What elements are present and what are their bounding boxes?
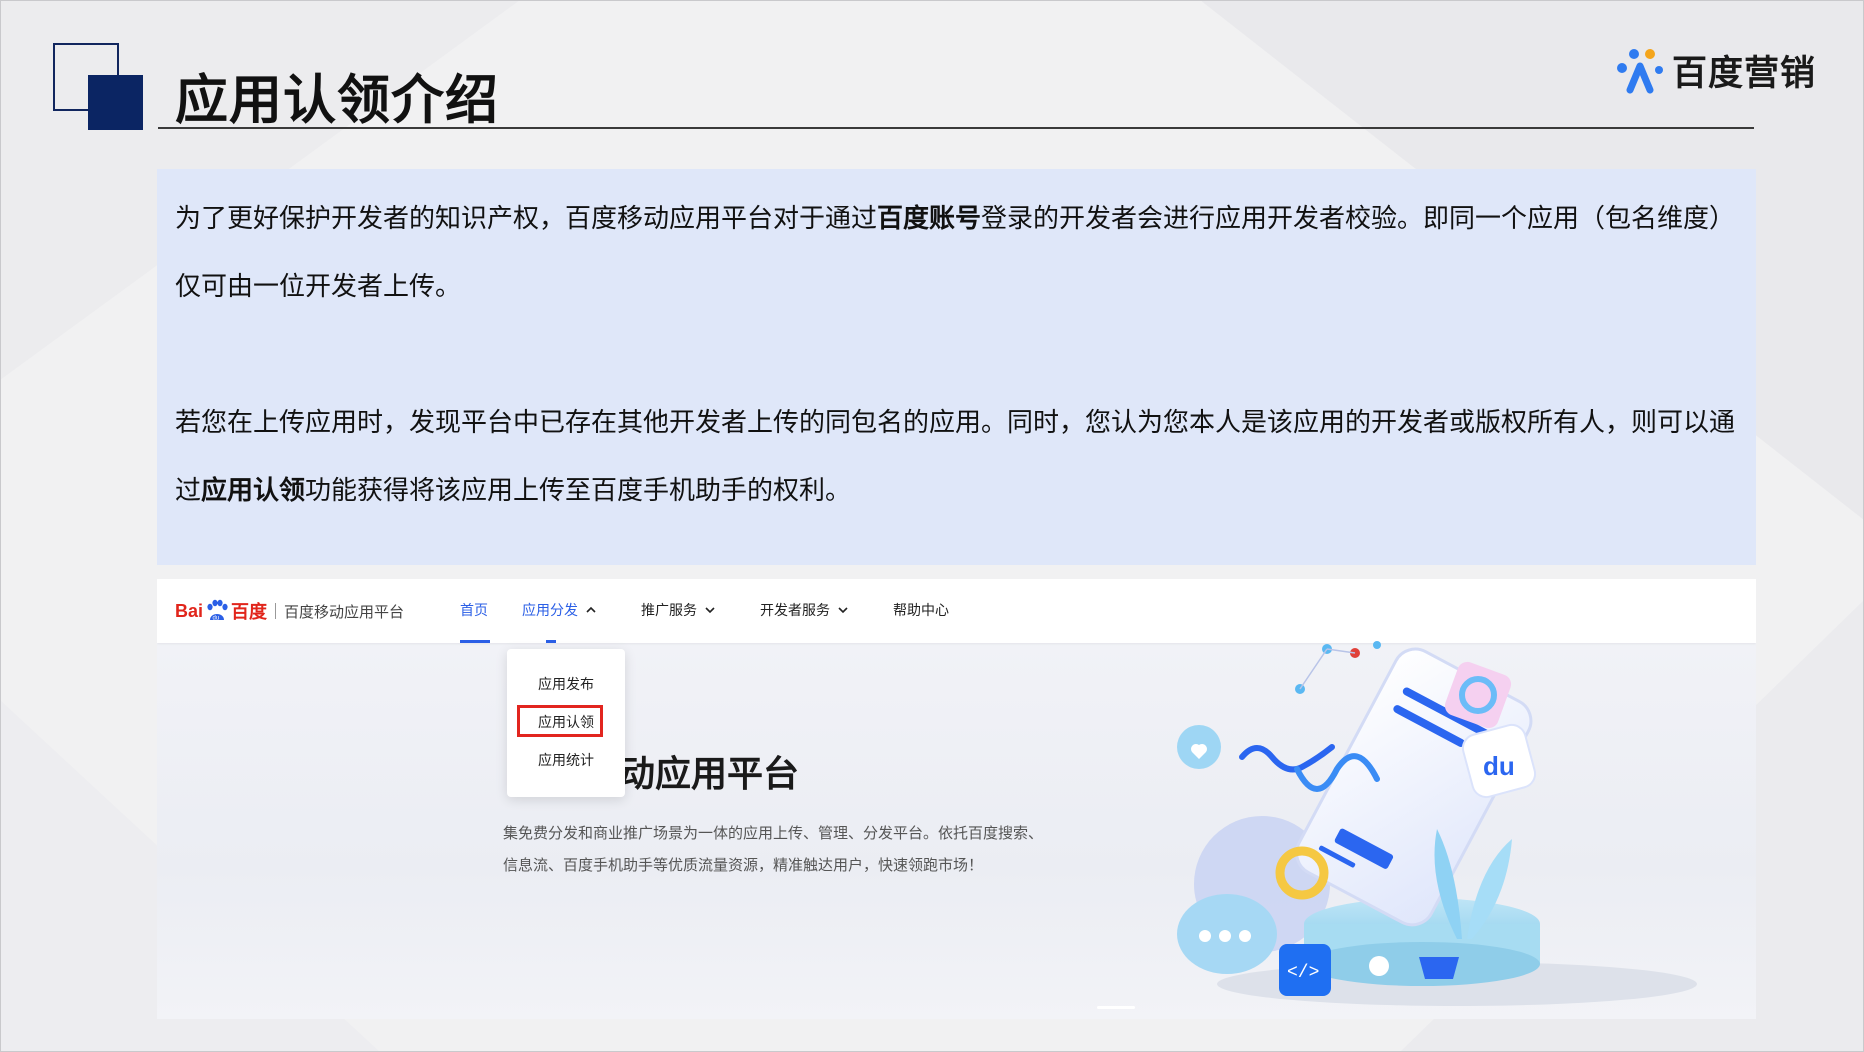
nav-developer-label: 开发者服务 [760, 603, 830, 619]
p1-text-a: 为了更好保护开发者的知识产权，百度移动应用平台对于通过 [175, 204, 878, 234]
hero-desc-line-1: 集免费分发和商业推广场景为一体的应用上传、管理、分发平台。依托百度搜索、 [503, 824, 1044, 842]
brand-logo: 百度营销 [1612, 42, 1816, 98]
nav-home[interactable]: 首页 [460, 600, 488, 620]
chevron-down-icon [705, 607, 715, 614]
claim-highlight-box [517, 705, 603, 737]
p1-bold-baidu-account: 百度账号 [877, 204, 982, 234]
title-divider [158, 127, 1754, 129]
chevron-down-icon [838, 607, 848, 614]
svg-text:du: du [1483, 751, 1515, 781]
intro-text-box: 为了更好保护开发者的知识产权，百度移动应用平台对于通过百度账号登录的开发者会进行… [157, 169, 1756, 565]
svg-text:</>: </> [1287, 963, 1319, 983]
chevron-up-icon [586, 606, 596, 613]
svg-text:du: du [213, 616, 220, 622]
hero-title: 动应用平台 [619, 754, 800, 795]
intro-paragraph-2: 若您在上传应用时，发现平台中已存在其他开发者上传的同包名的应用。同时，您认为您本… [175, 389, 1735, 525]
nav-home-label: 首页 [460, 603, 488, 619]
hero-desc-line-2: 信息流、百度手机助手等优质流量资源，精准触达用户，快速领跑市场！ [503, 856, 984, 874]
nav-distribution-label: 应用分发 [522, 603, 578, 619]
p2-bold-app-claim: 应用认领 [201, 476, 306, 506]
nav-promotion-label: 推广服务 [641, 603, 697, 619]
hero-description: 集免费分发和商业推广场景为一体的应用上传、管理、分发平台。依托百度搜索、 信息流… [503, 817, 1103, 881]
brand-name: 百度营销 [1672, 53, 1817, 94]
nav-open-indicator [546, 640, 556, 643]
menu-item-app-publish[interactable]: 应用发布 [507, 674, 625, 694]
title-decoration-square [88, 75, 143, 130]
nav-app-distribution[interactable]: 应用分发 [522, 600, 598, 620]
baidu-marketing-icon [1617, 49, 1663, 94]
logo-separator [275, 603, 277, 619]
nav-active-indicator [460, 640, 490, 643]
nav-help-label: 帮助中心 [893, 603, 949, 619]
p2-text-b: 功能获得将该应用上传至百度手机助手的权利。 [305, 476, 852, 506]
baidu-logo[interactable]: Bai du 百度 百度移动应用平台 [175, 591, 404, 631]
nav-developer-services[interactable]: 开发者服务 [760, 600, 850, 620]
top-navbar: Bai du 百度 百度移动应用平台 首页 应用分发 推广服务 开发者服务 帮助… [157, 579, 1756, 643]
distribution-dropdown-menu: 应用发布 应用认领 应用统计 [507, 649, 625, 797]
logo-text-baidu: 百度 [231, 602, 268, 622]
menu-item-app-stats[interactable]: 应用统计 [507, 750, 625, 770]
carousel-indicator[interactable] [1097, 1006, 1135, 1009]
baidu-paw-icon: du [207, 599, 228, 622]
nav-promotion[interactable]: 推广服务 [641, 600, 717, 620]
intro-paragraph-1: 为了更好保护开发者的知识产权，百度移动应用平台对于通过百度账号登录的开发者会进行… [175, 185, 1735, 321]
slide-title: 应用认领介绍 [175, 70, 499, 131]
platform-screenshot: Bai du 百度 百度移动应用平台 首页 应用分发 推广服务 开发者服务 帮助… [157, 579, 1756, 1019]
logo-text-bai: Bai [175, 600, 204, 621]
nav-help-center[interactable]: 帮助中心 [893, 600, 949, 620]
platform-name: 百度移动应用平台 [284, 602, 405, 621]
hero-illustration: du </> [1177, 641, 1697, 1006]
